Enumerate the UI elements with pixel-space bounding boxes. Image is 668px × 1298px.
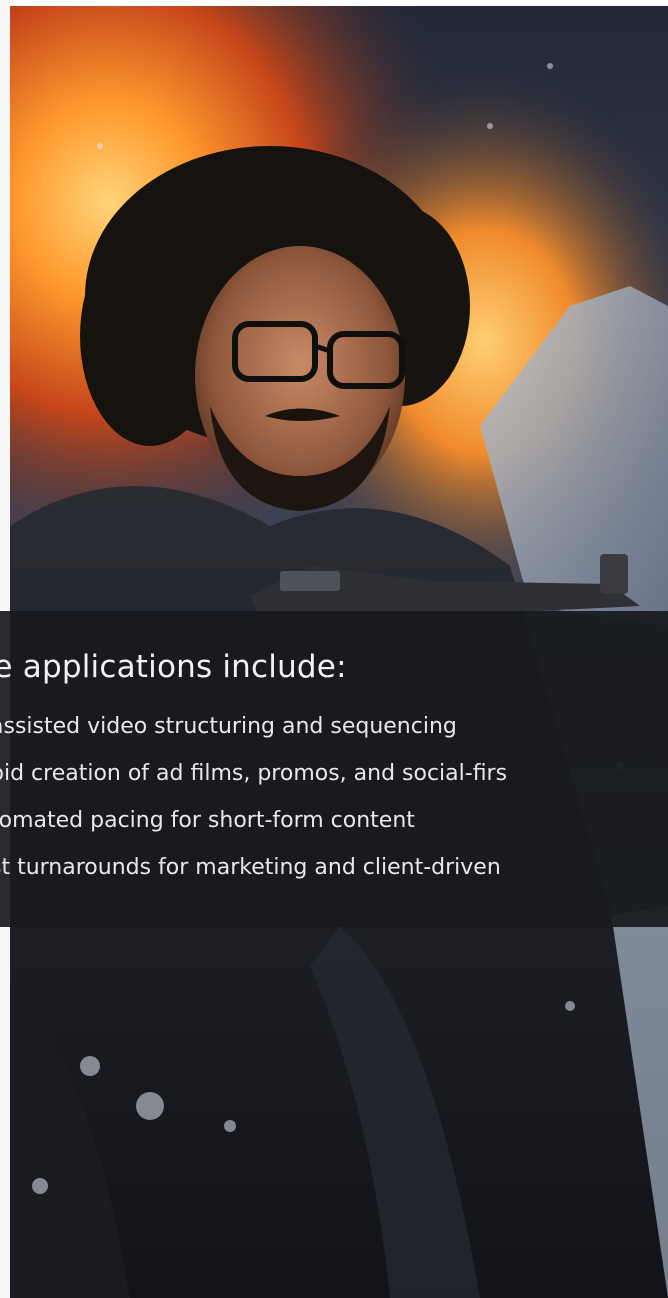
applications-panel: ore applications include: • assisted vid… (0, 611, 668, 927)
applications-heading: ore applications include: (0, 649, 347, 685)
list-item-text: st turnarounds for marketing and client-… (0, 855, 501, 880)
list-item: • tomated pacing for short-form content (0, 797, 668, 844)
list-item-text: pid creation of ad films, promos, and so… (0, 761, 508, 786)
list-item: • st turnarounds for marketing and clien… (0, 844, 668, 891)
applications-list: • assisted video structuring and sequenc… (0, 703, 668, 891)
list-item: • assisted video structuring and sequenc… (0, 703, 668, 750)
list-item-text: assisted video structuring and sequencin… (0, 714, 457, 739)
page: ore applications include: • assisted vid… (0, 0, 668, 1298)
list-item-text: tomated pacing for short-form content (0, 808, 415, 833)
list-item: • pid creation of ad films, promos, and … (0, 750, 668, 797)
applications-content: ore applications include: • assisted vid… (0, 647, 668, 891)
